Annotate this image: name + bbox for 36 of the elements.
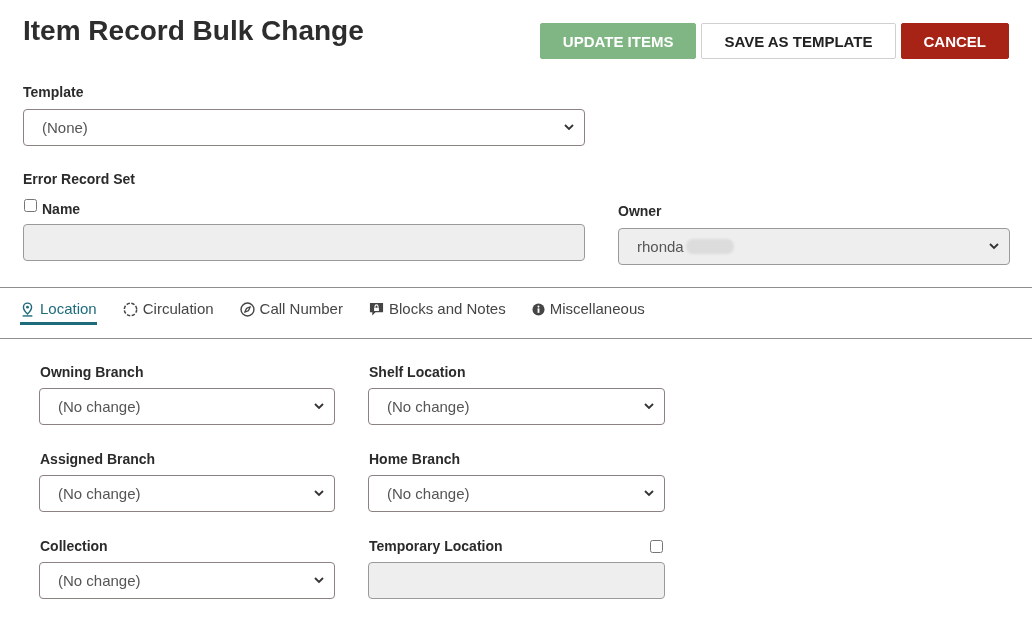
chevron-icon xyxy=(314,490,324,497)
compass-icon xyxy=(239,301,255,317)
chevron-icon xyxy=(644,490,654,497)
tab[interactable]: Miscellaneous xyxy=(531,300,645,325)
field-label: Shelf Location xyxy=(369,364,466,380)
chevron-icon xyxy=(644,403,654,410)
field-label: Owner xyxy=(618,203,662,219)
template-select[interactable]: (None) xyxy=(23,109,585,146)
field-label: Collection xyxy=(40,538,108,554)
dropdown-select[interactable]: (No change) xyxy=(39,475,335,512)
field-label: Home Branch xyxy=(369,451,461,467)
tab[interactable]: Circulation xyxy=(122,300,214,325)
chevron-icon xyxy=(314,577,324,584)
chevron-icon xyxy=(989,243,999,250)
tab[interactable]: Blocks and Notes xyxy=(368,300,506,325)
lock-bubble-icon xyxy=(368,301,384,317)
cancel-button[interactable]: CANCEL xyxy=(900,23,1009,59)
info-icon xyxy=(531,302,545,316)
field-label: Owning Branch xyxy=(40,364,144,380)
save-template-button[interactable]: SAVE AS TEMPLATE xyxy=(701,23,896,59)
tab[interactable]: Call Number xyxy=(239,300,343,325)
field-label: Temporary Location xyxy=(369,538,503,554)
dropdown-select[interactable]: (No change) xyxy=(368,388,665,425)
section-title: Error Record Set xyxy=(23,171,136,187)
dropdown-select[interactable]: (No change) xyxy=(368,475,665,512)
field-label: Template xyxy=(23,84,84,100)
page-title: Item Record Bulk Change xyxy=(23,14,364,48)
map-pin-icon xyxy=(20,301,35,317)
dropdown-select[interactable]: (No change) xyxy=(39,388,335,425)
dashed-circle-icon xyxy=(122,301,138,317)
tab[interactable]: Location xyxy=(20,300,97,325)
field-label: Assigned Branch xyxy=(40,451,156,467)
chevron-icon xyxy=(314,403,324,410)
field-label: Name xyxy=(42,201,81,217)
chevron-icon xyxy=(564,124,574,131)
dropdown-select[interactable]: (No change) xyxy=(39,562,335,599)
